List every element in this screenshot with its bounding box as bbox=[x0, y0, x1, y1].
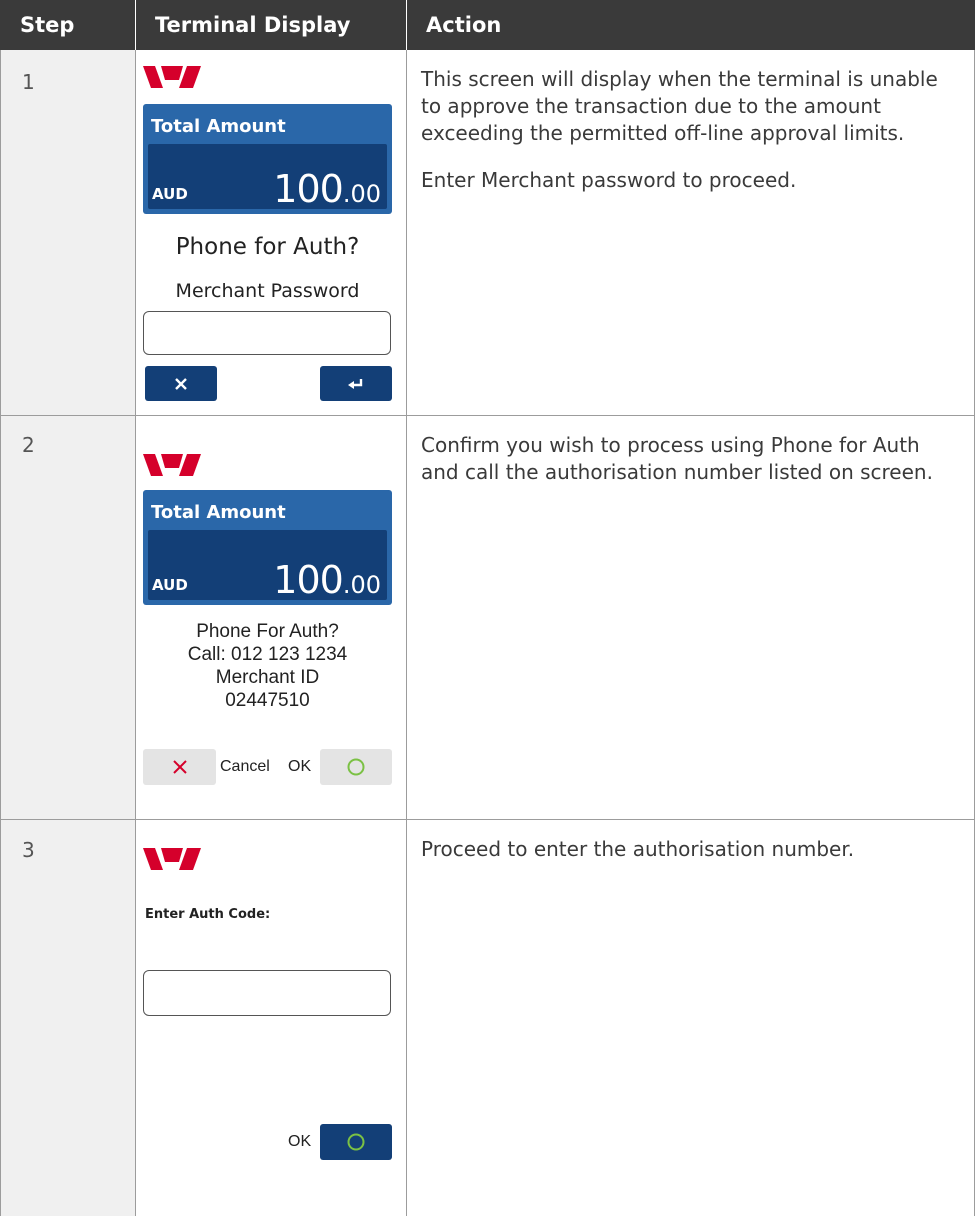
step-number: 3 bbox=[22, 838, 35, 862]
prompt-text: Phone for Auth? bbox=[175, 234, 360, 260]
currency-label: AUD bbox=[152, 576, 188, 594]
amount-value: 100.00 bbox=[273, 558, 381, 602]
enter-button[interactable] bbox=[320, 366, 392, 401]
circle-icon bbox=[347, 758, 365, 776]
step-number: 1 bbox=[22, 70, 35, 94]
cancel-button[interactable] bbox=[145, 366, 217, 401]
field-label: Merchant Password bbox=[175, 280, 360, 302]
amount-value: 100.00 bbox=[273, 167, 381, 211]
circle-icon bbox=[347, 1133, 365, 1151]
instruction-table: Step Terminal Display Action 1 Total Amo… bbox=[0, 0, 975, 1216]
ok-label: OK bbox=[288, 758, 312, 775]
currency-label: AUD bbox=[152, 185, 188, 203]
header-action: Action bbox=[406, 0, 975, 50]
screen-title: Total Amount bbox=[151, 502, 286, 523]
ok-button[interactable] bbox=[320, 749, 392, 785]
merchant-password-input[interactable] bbox=[143, 311, 391, 355]
header-step: Step bbox=[0, 0, 135, 50]
ok-label: OK bbox=[288, 1133, 312, 1150]
action-text: Confirm you wish to process using Phone … bbox=[421, 433, 933, 484]
action-text: This screen will display when the termin… bbox=[421, 67, 938, 192]
westpac-logo-icon bbox=[143, 454, 201, 476]
westpac-logo-icon bbox=[143, 848, 201, 870]
auth-code-input[interactable] bbox=[143, 970, 391, 1016]
auth-code-label: Enter Auth Code: bbox=[145, 907, 271, 922]
enter-icon bbox=[348, 378, 363, 389]
phone-auth-info: Phone For Auth? Call: 012 123 1234 Merch… bbox=[187, 621, 348, 711]
cancel-button[interactable] bbox=[143, 749, 216, 785]
step-number: 2 bbox=[22, 433, 35, 457]
x-icon bbox=[175, 377, 187, 390]
cancel-label: Cancel bbox=[220, 758, 270, 775]
westpac-logo-icon bbox=[143, 66, 201, 88]
step-column bbox=[0, 50, 135, 1216]
action-text: Proceed to enter the authorisation numbe… bbox=[421, 837, 855, 861]
amount-screen: Total Amount AUD 100.00 bbox=[143, 104, 392, 214]
amount-screen: Total Amount AUD 100.00 bbox=[143, 490, 392, 605]
screen-title: Total Amount bbox=[151, 116, 286, 137]
ok-button[interactable] bbox=[320, 1124, 392, 1160]
header-terminal-display: Terminal Display bbox=[135, 0, 406, 50]
close-icon bbox=[172, 760, 187, 774]
